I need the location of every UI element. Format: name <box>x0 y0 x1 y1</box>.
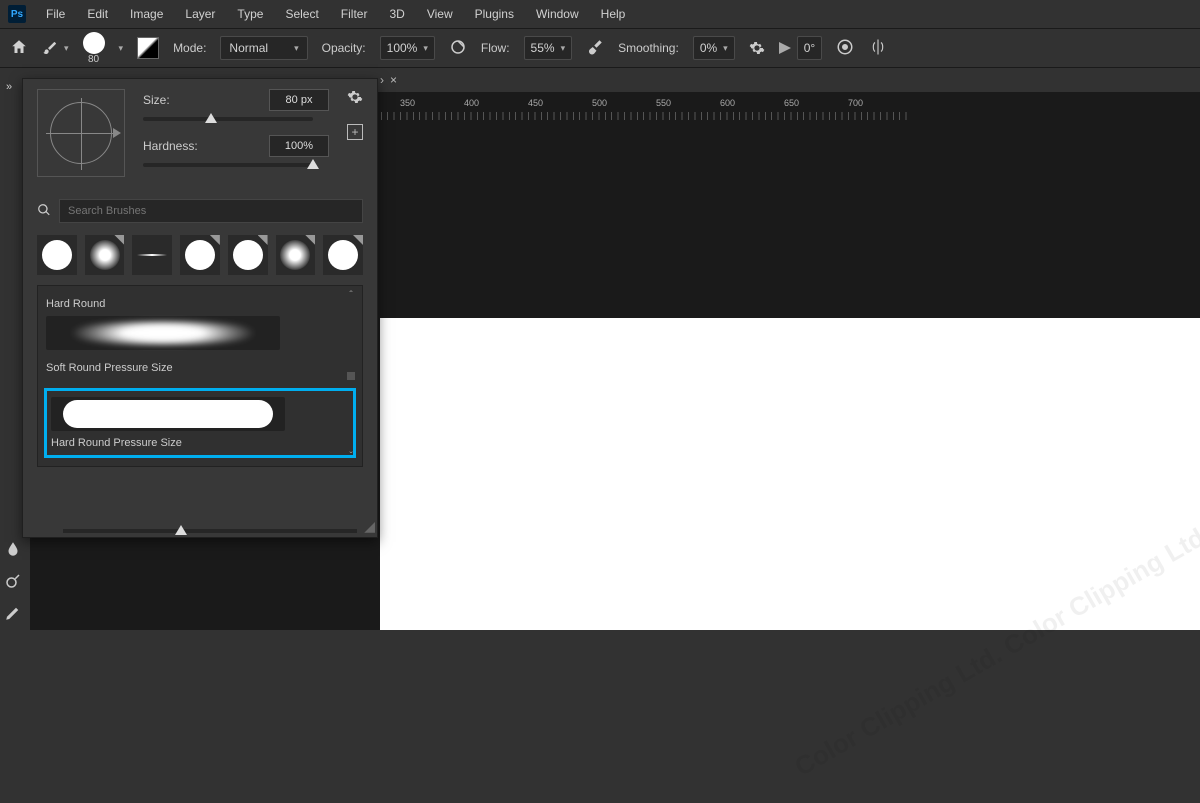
mode-label: Mode: <box>173 41 206 55</box>
menu-filter[interactable]: Filter <box>331 3 378 25</box>
brush-name: Soft Round Pressure Size <box>46 362 354 374</box>
home-icon[interactable] <box>10 38 28 59</box>
brush-angle-control[interactable]: 0° <box>779 36 822 60</box>
preview-size-slider[interactable] <box>63 529 357 533</box>
brush-thumb[interactable] <box>132 235 172 275</box>
chevron-down-icon: ▾ <box>64 43 69 54</box>
brush-preview-dot <box>83 32 105 54</box>
watermark-text: Color Clipping Ltd. Color Clipping Ltd. <box>777 497 1200 803</box>
opacity-label: Opacity: <box>322 41 366 55</box>
scroll-up-icon[interactable]: ˆ <box>349 290 352 301</box>
brush-list: Hard Round Soft Round Pressure Size Hard… <box>37 285 363 467</box>
brush-size-number: 80 <box>88 54 99 65</box>
pen-tool-icon[interactable] <box>4 604 22 622</box>
scroll-thumb[interactable] <box>347 372 355 380</box>
blend-mode-select[interactable]: Normal ▾ <box>220 36 307 60</box>
size-label: Size: <box>143 93 170 107</box>
blend-mode-value: Normal <box>229 41 268 55</box>
brush-thumb[interactable] <box>228 235 268 275</box>
new-brush-icon[interactable]: + <box>347 124 363 140</box>
chevron-down-icon: ▾ <box>294 43 299 54</box>
menu-image[interactable]: Image <box>120 3 173 25</box>
menu-window[interactable]: Window <box>526 3 589 25</box>
brush-name: Hard Round Pressure Size <box>51 437 349 449</box>
menu-type[interactable]: Type <box>227 3 273 25</box>
brush-list-item[interactable]: Hard Round <box>44 294 356 358</box>
tool-preset-picker[interactable]: ▾ <box>42 40 69 56</box>
menu-plugins[interactable]: Plugins <box>465 3 524 25</box>
close-tab-icon[interactable]: × <box>390 73 397 87</box>
menu-3d[interactable]: 3D <box>379 3 414 25</box>
brush-preset-picker[interactable]: 80 <box>83 32 105 65</box>
opacity-select[interactable]: 100% ▾ <box>380 36 435 60</box>
opacity-value: 100% <box>387 41 418 55</box>
search-icon <box>37 203 51 220</box>
hardness-label: Hardness: <box>143 139 198 153</box>
brush-preset-panel: Size: Hardness: + <box>22 78 378 538</box>
search-brushes-input[interactable] <box>59 199 363 223</box>
brush-tip-preview[interactable] <box>37 89 125 177</box>
menu-file[interactable]: File <box>36 3 75 25</box>
pressure-opacity-icon[interactable] <box>449 38 467 59</box>
size-slider[interactable] <box>143 117 313 121</box>
menu-view[interactable]: View <box>417 3 463 25</box>
options-bar: ▾ 80 ▾ Mode: Normal ▾ Opacity: 100% ▾ Fl… <box>0 28 1200 68</box>
expand-panels-icon[interactable]: » <box>0 78 18 96</box>
brush-thumb[interactable] <box>85 235 125 275</box>
symmetry-icon[interactable] <box>868 38 888 59</box>
menu-help[interactable]: Help <box>591 3 636 25</box>
brush-list-item-selected[interactable]: Hard Round Pressure Size <box>44 388 356 458</box>
menu-bar: Ps File Edit Image Layer Type Select Fil… <box>0 0 1200 28</box>
blur-tool-icon[interactable] <box>4 540 22 558</box>
hardness-input[interactable] <box>269 135 329 157</box>
panel-resize-handle[interactable]: ◢ <box>364 518 375 535</box>
chevron-down-icon[interactable]: ▾ <box>119 43 124 54</box>
chevron-down-icon: ▾ <box>561 43 566 54</box>
brush-list-item[interactable]: Soft Round Pressure Size <box>44 358 356 388</box>
recent-brushes-row <box>37 235 363 275</box>
brush-thumb[interactable] <box>323 235 363 275</box>
chevron-down-icon: ▾ <box>723 43 728 54</box>
smoothing-gear-icon[interactable] <box>749 40 765 56</box>
smoothing-label: Smoothing: <box>618 41 679 55</box>
flow-select[interactable]: 55% ▾ <box>524 36 573 60</box>
dodge-tool-icon[interactable] <box>4 572 22 590</box>
scroll-down-icon[interactable]: ˇ <box>349 451 352 462</box>
menu-edit[interactable]: Edit <box>77 3 118 25</box>
smoothing-select[interactable]: 0% ▾ <box>693 36 735 60</box>
chevron-down-icon: ▾ <box>423 43 428 54</box>
angle-icon <box>779 42 791 54</box>
app-logo: Ps <box>8 5 26 23</box>
pressure-size-icon[interactable] <box>836 38 854 59</box>
size-input[interactable] <box>269 89 329 111</box>
panel-settings-gear-icon[interactable] <box>347 89 363 108</box>
flow-label: Flow: <box>481 41 510 55</box>
brush-thumb[interactable] <box>37 235 77 275</box>
hardness-slider[interactable] <box>143 163 313 167</box>
tools-panel <box>0 540 26 622</box>
airbrush-icon[interactable] <box>586 38 604 59</box>
tab-overflow-icon[interactable]: › <box>380 73 384 87</box>
document-canvas[interactable]: Color Clipping Ltd. Color Clipping Ltd. <box>380 318 1200 630</box>
brush-settings-icon[interactable] <box>137 37 159 59</box>
brush-name: Hard Round <box>46 298 354 310</box>
menu-select[interactable]: Select <box>275 3 328 25</box>
flow-value: 55% <box>531 41 555 55</box>
menu-layer[interactable]: Layer <box>175 3 225 25</box>
brush-thumb[interactable] <box>276 235 316 275</box>
smoothing-value: 0% <box>700 41 717 55</box>
brush-thumb[interactable] <box>180 235 220 275</box>
angle-value: 0° <box>804 41 815 55</box>
